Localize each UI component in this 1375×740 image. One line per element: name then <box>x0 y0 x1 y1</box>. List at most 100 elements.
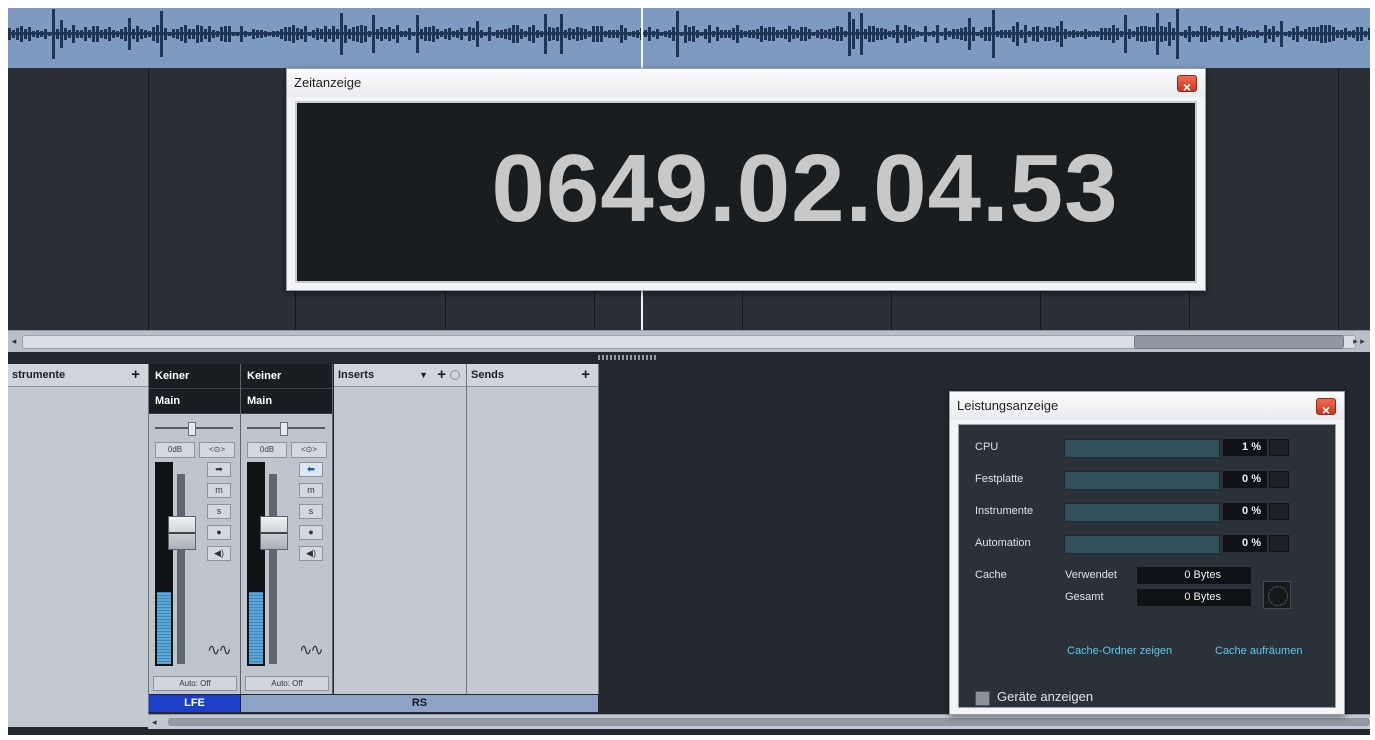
waveform-overview[interactable] <box>8 8 1370 68</box>
waveform-bar <box>888 31 891 37</box>
output-arrow-icon[interactable]: ➡ <box>207 462 231 477</box>
automation-mode[interactable]: Auto: Off <box>245 676 329 691</box>
waveform-bar <box>1128 28 1131 40</box>
waveform-bar <box>664 31 667 37</box>
arrange-scrollbar[interactable]: ◂ ▸ ▸ <box>8 330 1370 353</box>
output-selector[interactable]: Main <box>241 389 332 414</box>
splitter-grip[interactable] <box>598 355 658 360</box>
waveform-bar <box>884 28 887 40</box>
output-selector[interactable]: Main <box>149 389 240 414</box>
waveform-bar <box>248 31 251 37</box>
waveform-bar <box>284 26 287 42</box>
scroll-left-icon[interactable]: ◂ <box>152 715 157 729</box>
waveform-bar <box>512 25 515 43</box>
volume-readout[interactable]: 0dB <box>247 442 287 458</box>
waveform-bar <box>476 20 479 48</box>
waveform-bar <box>220 27 223 41</box>
studio-window: ◂ ▸ ▸ strumente + Keiner Main 0dB <⊙> ➡ … <box>8 8 1370 735</box>
monitor-icon[interactable]: ◀) <box>207 546 231 561</box>
waveform-bar <box>984 26 987 42</box>
waveform-bar <box>1172 27 1175 41</box>
waveform-bar <box>380 26 383 42</box>
pan-slider[interactable] <box>155 422 233 436</box>
clear-cache-link[interactable]: Cache aufräumen <box>1215 645 1302 657</box>
volume-fader-handle[interactable] <box>168 516 196 550</box>
dialog-titlebar[interactable]: Leistungsanzeige <box>950 392 1344 424</box>
waveform-bar <box>176 29 179 39</box>
waveform-bar <box>1316 26 1319 42</box>
waveform-bar <box>720 30 723 38</box>
scroll-right-icon[interactable]: ▸ ▸ <box>1348 334 1370 348</box>
playhead-cursor[interactable] <box>641 8 643 68</box>
waveform-bar <box>956 28 959 40</box>
scroll-left-icon[interactable]: ◂ <box>8 334 20 348</box>
waveform-bar <box>948 31 951 37</box>
waveform-bar <box>268 31 271 36</box>
channel-strip-rs: Keiner Main 0dB <⊙> ⬅ m s ● ◀) ∿∿ Auto: … <box>241 364 333 694</box>
add-insert-icon[interactable]: + <box>437 364 446 386</box>
pan-knob[interactable] <box>188 422 196 436</box>
show-cache-folder-link[interactable]: Cache-Ordner zeigen <box>1067 645 1172 657</box>
dialog-titlebar[interactable]: Zeitanzeige <box>287 69 1205 101</box>
channel-name-rs[interactable]: RS <box>241 695 598 712</box>
show-devices-label[interactable]: Geräte anzeigen <box>997 689 1093 704</box>
waveform-bar <box>1156 12 1159 56</box>
monitor-icon[interactable]: ◀) <box>299 546 323 561</box>
waveform-bar <box>464 31 467 37</box>
waveform-bar <box>972 27 975 41</box>
waveform-bar <box>364 26 367 42</box>
mixer-scroll-thumb[interactable] <box>168 718 1370 726</box>
pan-knob[interactable] <box>280 422 288 436</box>
waveform-bar <box>584 29 587 39</box>
automation-mode[interactable]: Auto: Off <box>153 676 237 691</box>
waveform-bar <box>244 30 247 37</box>
add-instrument-icon[interactable]: + <box>131 364 140 386</box>
waveform-bar <box>1356 27 1359 41</box>
link-button[interactable]: <⊙> <box>291 442 327 458</box>
solo-icon[interactable]: s <box>299 504 323 519</box>
input-selector[interactable]: Keiner <box>149 364 240 389</box>
record-icon[interactable]: ● <box>299 525 323 540</box>
waveform-bar <box>1212 31 1215 37</box>
inserts-dropdown-icon[interactable]: ▼ <box>419 364 428 386</box>
mute-icon[interactable]: m <box>299 483 323 498</box>
volume-readout[interactable]: 0dB <box>155 442 195 458</box>
waveform-bar <box>968 18 971 50</box>
close-icon[interactable] <box>1316 396 1336 424</box>
channel-name-lfe[interactable]: LFE <box>149 695 240 712</box>
add-send-icon[interactable]: + <box>581 364 590 386</box>
waveform-bar <box>628 31 631 37</box>
pan-slider[interactable] <box>247 422 325 436</box>
waveform-bar <box>1284 31 1287 37</box>
solo-icon[interactable]: s <box>207 504 231 519</box>
scroll-thumb[interactable] <box>1134 335 1344 349</box>
automation-label: Automation <box>975 537 1031 549</box>
volume-fader-track[interactable] <box>177 474 185 664</box>
close-icon[interactable] <box>1177 73 1197 101</box>
waveform-bar <box>988 26 991 42</box>
insert-bypass-icon[interactable] <box>450 370 460 380</box>
waveform-bar <box>680 31 683 36</box>
waveform-icon[interactable]: ∿∿ <box>299 640 324 660</box>
mixer-scrollbar[interactable]: ◂ <box>148 714 1370 729</box>
input-selector[interactable]: Keiner <box>241 364 332 389</box>
waveform-bar <box>36 30 39 38</box>
mute-icon[interactable]: m <box>207 483 231 498</box>
waveform-bar <box>1300 30 1303 38</box>
waveform-bar <box>824 29 827 39</box>
show-devices-checkbox[interactable] <box>975 691 990 706</box>
waveform-bar <box>600 25 603 43</box>
waveform-bar <box>1260 31 1263 37</box>
waveform-bar <box>1188 25 1191 43</box>
waveform-bar <box>1016 21 1019 47</box>
link-button[interactable]: <⊙> <box>199 442 235 458</box>
volume-fader-track[interactable] <box>269 474 277 664</box>
volume-fader-handle[interactable] <box>260 516 288 550</box>
record-icon[interactable]: ● <box>207 525 231 540</box>
waveform-bar <box>496 30 499 38</box>
waveform-icon[interactable]: ∿∿ <box>207 640 232 660</box>
waveform-bar <box>976 31 979 37</box>
waveform-bar <box>1280 20 1283 48</box>
input-arrow-icon[interactable]: ⬅ <box>299 462 323 477</box>
waveform-bar <box>1112 25 1115 43</box>
